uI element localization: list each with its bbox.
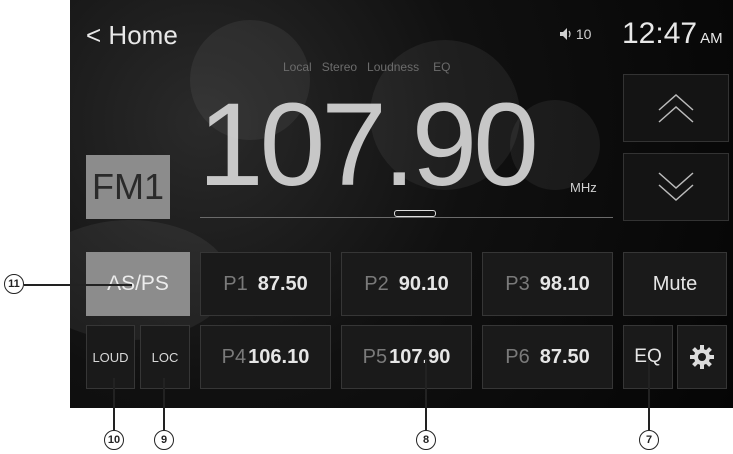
gear-icon <box>690 345 714 369</box>
preset-2-button[interactable]: P2 90.10 <box>341 252 472 316</box>
callout-10: 10 <box>104 430 124 450</box>
volume-level: 10 <box>575 26 592 42</box>
volume-indicator: 10 <box>560 26 591 42</box>
preset-frequency: 87.50 <box>539 345 590 368</box>
clock-time: 12:47 <box>622 17 698 50</box>
callout-8-leader <box>425 360 427 430</box>
radio-screen: < Home 10 12:47 AM Local Stereo Loudness … <box>70 0 733 408</box>
preset-frequency: 90.10 <box>398 272 449 295</box>
chevron-left-icon: < <box>86 20 102 50</box>
status-indicators: Local Stereo Loudness EQ <box>283 60 450 74</box>
tuning-marker[interactable] <box>394 210 436 217</box>
callout-7: 7 <box>639 430 659 450</box>
loc-button[interactable]: LOC <box>140 325 190 389</box>
preset-frequency: 107.90 <box>389 345 451 368</box>
speaker-icon <box>560 28 571 40</box>
preset-4-button[interactable]: P4 106.10 <box>200 325 331 389</box>
chevron-up-icon <box>658 93 694 123</box>
tuning-scale[interactable] <box>200 217 613 218</box>
callout-7-leader <box>648 360 650 430</box>
preset-number: P5 <box>362 345 388 368</box>
status-stereo: Stereo <box>321 60 358 74</box>
preset-frequency: 98.10 <box>539 272 590 295</box>
preset-number: P3 <box>505 272 530 295</box>
callout-9-leader <box>163 378 165 430</box>
band-button[interactable]: FM1 <box>86 155 170 219</box>
home-label: Home <box>108 20 178 50</box>
callout-11: 11 <box>4 274 24 294</box>
mute-button[interactable]: Mute <box>623 252 727 316</box>
clock-ampm: AM <box>700 30 723 47</box>
callout-10-leader <box>113 378 115 430</box>
preset-number: P1 <box>223 272 248 295</box>
preset-6-button[interactable]: P6 87.50 <box>482 325 613 389</box>
frequency-display: 107.90 <box>198 79 539 211</box>
loud-button[interactable]: LOUD <box>86 325 135 389</box>
chevron-down-icon <box>658 172 694 202</box>
preset-1-button[interactable]: P1 87.50 <box>200 252 331 316</box>
preset-number: P2 <box>364 272 389 295</box>
frequency-unit: MHz <box>570 180 597 195</box>
preset-frequency: 87.50 <box>257 272 308 295</box>
callout-8: 8 <box>416 430 436 450</box>
preset-number: P6 <box>505 345 530 368</box>
callout-9: 9 <box>154 430 174 450</box>
status-local: Local <box>283 60 312 74</box>
seek-up-button[interactable] <box>623 74 729 142</box>
status-eq: EQ <box>433 60 451 74</box>
preset-3-button[interactable]: P3 98.10 <box>482 252 613 316</box>
preset-frequency: 106.10 <box>248 345 310 368</box>
settings-button[interactable] <box>677 325 727 389</box>
callout-11-leader <box>24 284 132 286</box>
home-back-button[interactable]: < Home <box>86 20 178 51</box>
seek-down-button[interactable] <box>623 153 729 221</box>
preset-number: P4 <box>221 345 247 368</box>
preset-5-button[interactable]: P5 107.90 <box>341 325 472 389</box>
status-loudness: Loudness <box>367 60 420 74</box>
clock: 12:47 AM <box>622 17 723 51</box>
